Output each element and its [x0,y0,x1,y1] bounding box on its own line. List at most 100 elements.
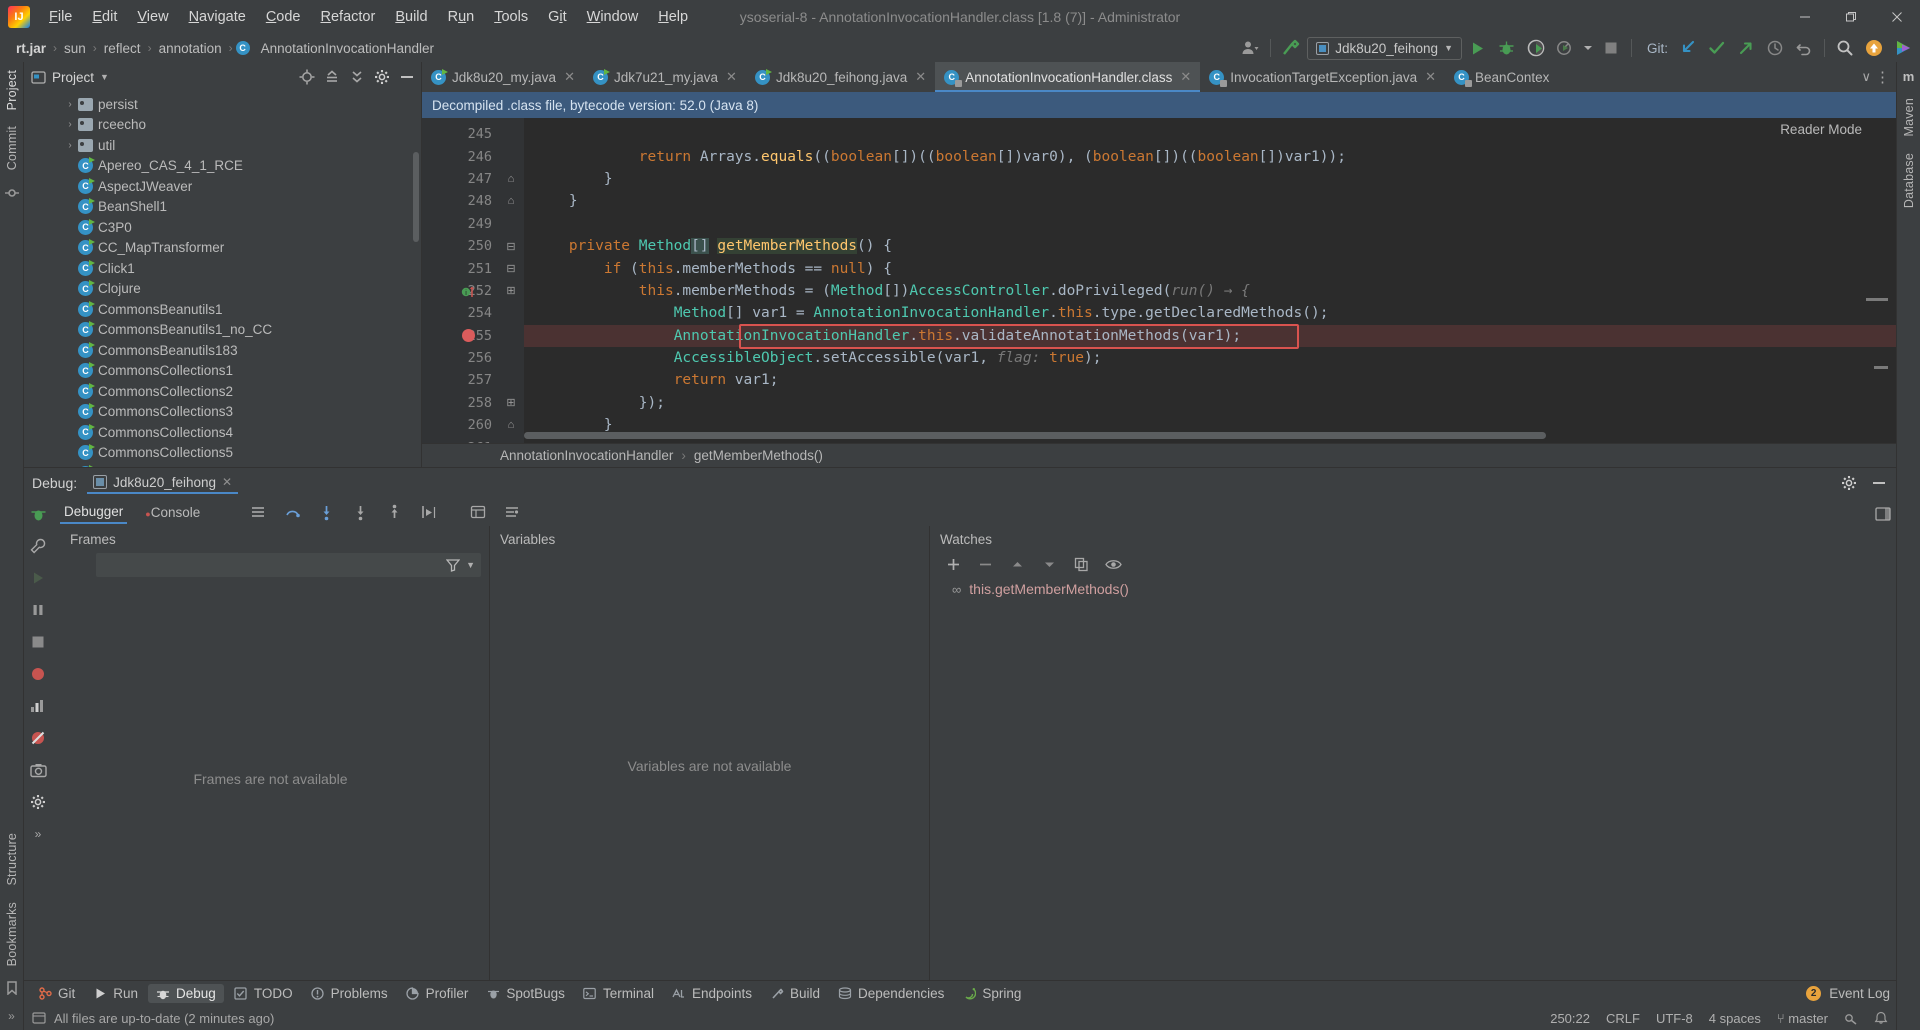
editor-tab-beancontex[interactable]: C BeanContex [1445,62,1558,92]
fold-marker-260[interactable]: ⌂ [498,414,524,436]
close-tab-icon[interactable]: ✕ [1425,69,1436,85]
git-branch[interactable]: ⑂ master [1777,1011,1828,1026]
user-avatar-icon[interactable] [1237,36,1263,60]
code-line-252[interactable]: this .memberMethods = (Method[]) AccessCon… [524,280,1896,302]
gutter-line-260[interactable]: 260 [422,414,498,436]
filter-icon[interactable] [446,558,461,572]
rerun-icon[interactable] [28,504,48,524]
line-separator[interactable]: CRLF [1606,1011,1640,1026]
breadcrumb-item-3[interactable]: annotation [155,40,226,57]
rail-item-project[interactable]: Project [5,62,19,118]
close-icon[interactable]: ✕ [222,475,232,489]
breadcrumb-item-0[interactable]: rt.jar [12,40,50,57]
copy-icon[interactable] [1072,555,1090,573]
tree-node-rceecho[interactable]: › rceecho [24,115,421,136]
code-line-249[interactable] [524,213,1896,235]
menu-tools[interactable]: Tools [485,5,537,29]
editor-tab-annotationinvocationhandler-class[interactable]: C AnnotationInvocationHandler.class ✕ [935,62,1201,92]
rail-item-maven[interactable]: Maven [1902,90,1916,145]
fold-marker-250[interactable]: ⊟ [498,235,524,257]
tree-node-clojure[interactable]: C Clojure [24,279,421,300]
inspections-icon[interactable] [1844,1011,1858,1025]
editor-tab-jdk7u21-my-java[interactable]: C Jdk7u21_my.java ✕ [584,62,746,92]
notifications-icon[interactable] [1874,1011,1888,1025]
menu-edit[interactable]: Edit [83,5,126,29]
tree-node-persist[interactable]: › persist [24,94,421,115]
tree-node-aspectjweaver[interactable]: C AspectJWeaver [24,176,421,197]
ide-feature-icon[interactable] [1890,36,1916,60]
watches-list[interactable]: ∞ this.getMemberMethods() [930,577,1870,601]
gutter-line-246[interactable]: 246 [422,145,498,167]
force-step-into-icon[interactable] [350,502,370,522]
breadcrumb-method[interactable]: getMemberMethods() [694,448,823,463]
inlay-marker-icon[interactable]: i [461,285,477,299]
menu-git[interactable]: Git [539,5,576,29]
fold-marker-251[interactable]: ⊟ [498,257,524,279]
close-button[interactable] [1874,0,1920,34]
move-down-icon[interactable] [1040,555,1058,573]
menu-build[interactable]: Build [386,5,436,29]
bottom-tab-spring[interactable]: Spring [954,984,1029,1003]
remove-icon[interactable] [976,555,994,573]
menu-refactor[interactable]: Refactor [312,5,385,29]
editor-tab-invocationtargetexception-java[interactable]: C InvocationTargetException.java ✕ [1200,62,1445,92]
more-rail-icon[interactable]: » [2,1006,22,1026]
menu-file[interactable]: File [40,5,81,29]
chevron-down-icon[interactable]: ▼ [100,72,109,82]
rail-item-commit[interactable]: Commit [5,118,19,178]
gutter-line-256[interactable]: 256 [422,347,498,369]
maximize-button[interactable] [1828,0,1874,34]
bottom-tab-terminal[interactable]: Terminal [575,984,662,1003]
mute-breakpoints-icon[interactable] [28,728,48,748]
add-icon[interactable] [944,555,962,573]
gutter-line-257[interactable]: 257 [422,369,498,391]
breadcrumb-item-2[interactable]: reflect [100,40,145,57]
bottom-tab-profiler[interactable]: Profiler [398,984,477,1003]
gutter-line-251[interactable]: 251 [422,257,498,279]
code-horizontal-scrollbar[interactable] [524,432,1546,439]
camera-icon[interactable] [28,760,48,780]
bottom-tab-endpoints[interactable]: Endpoints [664,984,760,1003]
file-encoding[interactable]: UTF-8 [1656,1011,1693,1026]
code-line-256[interactable]: AccessibleObject .setAccessible(var1, fla… [524,347,1896,369]
updates-icon[interactable] [1861,36,1887,60]
debug-icon[interactable] [1494,36,1520,60]
project-scrollbar[interactable] [413,152,419,242]
bottom-tab-debug[interactable]: Debug [148,984,224,1003]
run-icon[interactable] [1465,36,1491,60]
editor-fold-column[interactable]: ⌂ ⌂ ⊟ ⊟ ⊞ ⊞ ⌂ [498,118,524,443]
bookmarks-icon[interactable] [2,978,22,998]
code-line-251[interactable]: if (this .memberMethods == null) { [524,257,1896,279]
tree-node-commonscollections3[interactable]: C CommonsCollections3 [24,402,421,423]
resume-icon[interactable] [28,568,48,588]
more-options-icon[interactable]: ⋮ [1875,68,1890,86]
chevron-right-icon[interactable]: › [62,119,78,130]
event-log-area[interactable]: 2 Event Log [1806,986,1890,1001]
more-icon[interactable]: » [28,824,48,844]
tab-debugger[interactable]: Debugger [60,501,128,524]
breadcrumb-item-4[interactable]: AnnotationInvocationHandler [257,40,438,57]
collapse-all-icon[interactable] [324,69,340,85]
bottom-tab-git[interactable]: Git [30,984,83,1003]
tree-node-cc-maptransformer[interactable]: C CC_MapTransformer [24,238,421,259]
breadcrumb-item-1[interactable]: sun [60,40,90,57]
chevron-down-icon[interactable]: ▼ [466,560,475,570]
stop-icon[interactable] [1598,36,1624,60]
close-tab-icon[interactable]: ✕ [915,69,926,85]
tree-node-c3p0[interactable]: C C3P0 [24,217,421,238]
tree-node-commonscollections5[interactable]: C CommonsCollections5 [24,443,421,464]
gutter-line-261[interactable]: 261 [422,436,498,443]
gutter-line-247[interactable]: 247 [422,168,498,190]
rollback-icon[interactable] [1791,36,1817,60]
stop-icon[interactable] [28,632,48,652]
view-breakpoints-icon[interactable] [28,696,48,716]
tree-node-commonscollections1[interactable]: C CommonsCollections1 [24,361,421,382]
search-everywhere-icon[interactable] [1832,36,1858,60]
gutter-line-250[interactable]: 250 [422,235,498,257]
fold-marker-247[interactable]: ⌂ [498,168,524,190]
code-line-248[interactable]: } [524,190,1896,212]
caret-position[interactable]: 250:22 [1550,1011,1590,1026]
pause-icon[interactable] [28,600,48,620]
hammer-build-icon[interactable] [1278,36,1304,60]
tree-node-click1[interactable]: C Click1 [24,258,421,279]
